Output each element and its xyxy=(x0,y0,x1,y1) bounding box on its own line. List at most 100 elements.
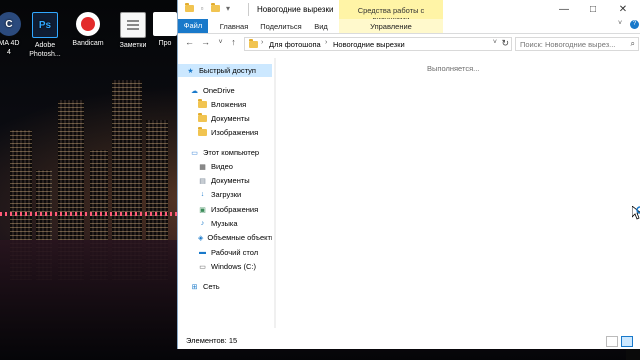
close-button[interactable]: ✕ xyxy=(608,0,638,19)
nav-item-3d-objects[interactable]: ◈ Объемные объекты xyxy=(198,231,272,244)
3d-objects-icon: ◈ xyxy=(198,234,204,242)
expand-ribbon-chevron-down-icon[interactable]: ˅ xyxy=(618,20,628,32)
bridge-lights xyxy=(0,212,180,216)
nav-item-label: Загрузки xyxy=(211,190,242,199)
window-folder-icon[interactable] xyxy=(184,2,194,13)
breadcrumb-item[interactable]: Для фотошопа xyxy=(269,40,321,49)
drive-icon: ▭ xyxy=(199,263,206,271)
navigation-bar: ← → ˅ ↑ › Для фотошопа › Новогодние выре… xyxy=(178,34,640,52)
star-icon: ★ xyxy=(187,67,194,75)
app-icon xyxy=(153,12,177,36)
desktop-icon-app[interactable]: Про xyxy=(150,12,180,48)
minimize-button[interactable]: — xyxy=(549,0,579,19)
nav-item-documents[interactable]: ▤ Документы xyxy=(198,174,249,187)
nav-item-label: OneDrive xyxy=(203,86,235,95)
search-icon[interactable]: ⌕ xyxy=(631,39,635,49)
title-bar[interactable]: ▫ ▾ Новогодние вырезки Средства работы с… xyxy=(178,0,640,24)
new-folder-icon[interactable] xyxy=(210,2,220,13)
status-bar: Элементов: 15 xyxy=(178,334,640,349)
nav-item-label: Документы xyxy=(211,114,250,123)
computer-icon: ▭ xyxy=(191,149,198,157)
tab-share[interactable]: Поделиться xyxy=(258,21,304,33)
cloud-icon: ☁ xyxy=(191,87,198,95)
music-icon: ♪ xyxy=(200,220,205,227)
nav-item-music[interactable]: ♪ Музыка xyxy=(198,217,238,230)
desktop-icon-bandicam[interactable]: Bandicam xyxy=(67,12,109,48)
tab-manage[interactable]: Управление xyxy=(363,21,419,33)
nav-item-onedrive-pictures[interactable]: Изображения xyxy=(198,126,258,139)
desktop-icon-photoshop[interactable]: Ps Adobe Photosh... xyxy=(24,12,66,59)
desktop-icon-label: Bandicam xyxy=(72,40,104,47)
nav-item-label: Этот компьютер xyxy=(203,148,260,157)
maximize-button[interactable]: □ xyxy=(578,0,608,19)
address-history-chevron-down-icon[interactable]: ˅ xyxy=(493,39,497,46)
video-icon: ▦ xyxy=(199,163,206,171)
nav-item-desktop[interactable]: ▬ Рабочий стол xyxy=(198,246,258,259)
busy-cursor-icon xyxy=(632,206,640,220)
folder-icon xyxy=(198,127,207,137)
network-icon: ⊞ xyxy=(191,283,198,291)
properties-icon[interactable]: ▫ xyxy=(197,3,207,13)
nav-item-label: Музыка xyxy=(211,219,238,228)
nav-item-label: Windows (C:) xyxy=(211,262,257,271)
file-list-area[interactable]: Выполняется... xyxy=(276,52,640,330)
back-arrow-icon[interactable]: ← xyxy=(184,37,195,48)
desktop-icon-label: Adobe Photosh... xyxy=(29,42,61,58)
nav-item-label: Рабочий стол xyxy=(211,248,259,257)
explorer-window: ▫ ▾ Новогодние вырезки Средства работы с… xyxy=(177,0,640,349)
nav-item-label: Вложения xyxy=(211,100,247,109)
nav-item-this-pc[interactable]: ▭ Этот компьютер xyxy=(190,146,259,159)
nav-item-label: Изображения xyxy=(211,205,259,214)
nav-item-label: Сеть xyxy=(203,282,220,291)
tab-home[interactable]: Главная xyxy=(216,21,252,33)
breadcrumb-chevron-icon[interactable]: › xyxy=(325,39,327,46)
quick-access-toolbar: ▫ ▾ xyxy=(184,2,233,13)
desktop-icon: ▬ xyxy=(199,249,206,256)
picture-tools-context-header: Средства работы с рисунками xyxy=(339,0,443,24)
help-icon[interactable]: ? xyxy=(630,20,639,29)
cinema4d-icon: C xyxy=(0,12,21,36)
nav-item-videos[interactable]: ▦ Видео xyxy=(198,160,233,173)
desktop-icon-label: MA 4D 4 xyxy=(0,40,20,56)
address-bar[interactable]: › Для фотошопа › Новогодние вырезки ˅ ↻ xyxy=(244,37,512,51)
customize-qat-chevron-down-icon[interactable]: ▾ xyxy=(223,3,233,13)
nav-item-quick-access[interactable]: ★ Быстрый доступ xyxy=(178,64,272,77)
forward-arrow-icon[interactable]: → xyxy=(200,37,211,48)
nav-item-drive-c[interactable]: ▭ Windows (C:) xyxy=(198,260,256,273)
folder-icon xyxy=(198,99,207,109)
nav-item-attachments[interactable]: Вложения xyxy=(198,98,246,111)
pictures-icon: ▣ xyxy=(199,206,206,214)
nav-item-label: Быстрый доступ xyxy=(199,66,256,75)
nav-item-label: Изображения xyxy=(211,128,259,137)
nav-item-onedrive-documents[interactable]: Документы xyxy=(198,112,250,125)
up-arrow-icon[interactable]: ↑ xyxy=(228,37,239,48)
photoshop-icon: Ps xyxy=(32,12,58,38)
nav-item-pictures[interactable]: ▣ Изображения xyxy=(198,203,258,216)
nav-item-onedrive[interactable]: ☁ OneDrive xyxy=(190,84,235,97)
desktop-icon-label: Заметки xyxy=(119,42,147,49)
desktop-icon-label: Про xyxy=(158,40,172,47)
search-box[interactable]: ⌕ xyxy=(515,37,639,51)
notes-icon xyxy=(120,12,146,38)
nav-item-downloads[interactable]: ↓ Загрузки xyxy=(198,188,241,201)
recent-locations-chevron-down-icon[interactable]: ˅ xyxy=(215,37,226,48)
address-folder-icon xyxy=(249,39,258,48)
tab-file[interactable]: Файл xyxy=(178,19,208,33)
folder-icon xyxy=(198,113,207,123)
breadcrumb-chevron-icon[interactable]: › xyxy=(261,39,263,46)
tab-view[interactable]: Вид xyxy=(309,21,333,33)
record-dot-icon xyxy=(81,17,95,31)
breadcrumb-item[interactable]: Новогодние вырезки xyxy=(333,40,405,49)
details-view-icon[interactable] xyxy=(606,336,618,347)
refresh-icon[interactable]: ↻ xyxy=(501,38,509,49)
navigation-pane: ★ Быстрый доступ ☁ OneDrive Вложения Док… xyxy=(178,58,273,328)
nav-item-label: Объемные объекты xyxy=(207,233,272,242)
download-icon: ↓ xyxy=(200,191,205,198)
nav-item-network[interactable]: ⊞ Сеть xyxy=(190,280,220,293)
documents-icon: ▤ xyxy=(199,177,206,185)
large-icons-view-icon[interactable] xyxy=(621,336,633,347)
items-count: Элементов: 15 xyxy=(186,336,238,345)
desktop-icon-notes[interactable]: Заметки xyxy=(112,12,154,50)
window-title: Новогодние вырезки xyxy=(257,5,334,14)
search-input[interactable] xyxy=(516,38,628,49)
